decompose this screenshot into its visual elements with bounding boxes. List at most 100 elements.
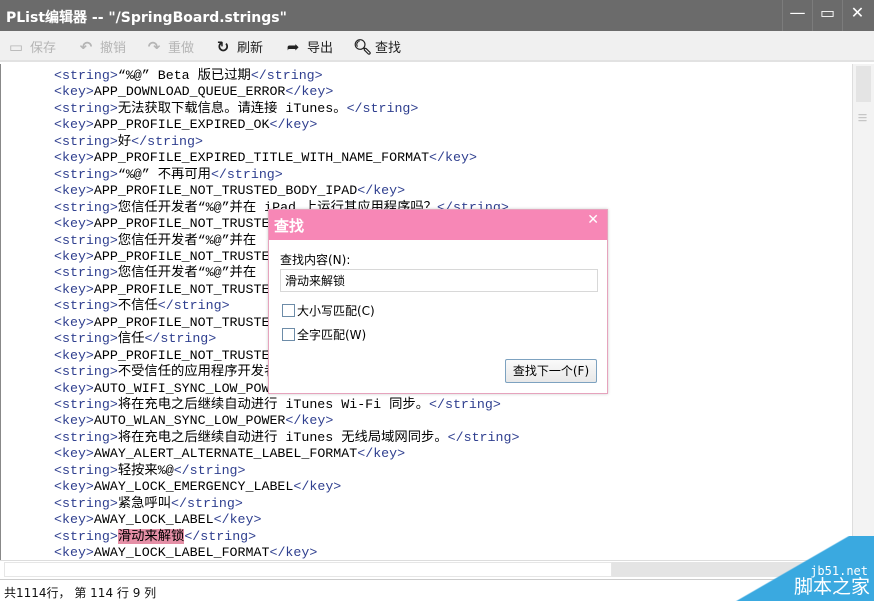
redo-button[interactable]: ↷ 重做 xyxy=(146,37,194,57)
close-tag: </string> xyxy=(346,100,419,116)
open-tag: <string> xyxy=(54,495,118,511)
code-line: <key>APP_PROFILE_NOT_TRUSTE xyxy=(54,348,269,364)
content: AWAY_LOCK_LABEL_FORMAT xyxy=(93,545,270,560)
find-dialog-title: 查找 xyxy=(269,210,607,240)
open-tag: <string> xyxy=(54,199,118,215)
open-tag: <key> xyxy=(54,479,94,495)
find-dialog-close-icon[interactable]: ✕ xyxy=(587,212,599,228)
close-tag: </string> xyxy=(157,298,230,314)
find-button[interactable]: 🔍︎ 查找 xyxy=(353,37,401,57)
vertical-scrollbar[interactable]: — — — xyxy=(852,64,874,560)
horizontal-scroll-thumb[interactable] xyxy=(4,562,612,577)
refresh-button[interactable]: ↻ 刷新 xyxy=(215,37,264,57)
search-icon: 🔍︎ xyxy=(353,37,373,56)
code-line: <string>紧急呼叫</string> xyxy=(54,496,243,512)
code-line: <key>AWAY_LOCK_LABEL</key> xyxy=(54,512,262,528)
whole-word-checkbox[interactable]: 全字匹配(W) xyxy=(282,326,366,343)
content: AWAY_LOCK_EMERGENCY_LABEL xyxy=(93,479,294,495)
match-case-checkbox[interactable]: 大小写匹配(C) xyxy=(282,302,375,319)
code-line: <string>您信任开发者“%@”并在 xyxy=(54,265,256,281)
minimize-button[interactable]: — xyxy=(782,0,812,31)
open-tag: <key> xyxy=(54,380,94,396)
content: 信任 xyxy=(117,331,145,347)
content: “%@” 不再可用 xyxy=(117,166,211,182)
open-tag: <string> xyxy=(54,133,118,149)
watermark-logo: jb51.net 脚本之家 xyxy=(734,536,874,601)
open-tag: <string> xyxy=(54,232,118,248)
close-tag: </key> xyxy=(285,413,334,429)
content: 将在充电之后继续自动进行 iTunes 无线局域网同步。 xyxy=(117,429,448,445)
close-tag: </key> xyxy=(429,150,477,166)
open-tag: <string> xyxy=(54,265,118,281)
content: AWAY_ALERT_ALTERNATE_LABEL_FORMAT xyxy=(93,446,358,462)
open-tag: <string> xyxy=(54,68,118,83)
content: 您信任开发者“%@”并在 xyxy=(117,265,257,281)
content: 好 xyxy=(117,133,132,149)
open-tag: <key> xyxy=(54,84,94,100)
open-tag: <key> xyxy=(54,545,94,560)
code-line: <key>AWAY_LOCK_LABEL_FORMAT</key> xyxy=(54,545,317,560)
save-button[interactable]: ▭ 保存 xyxy=(8,37,57,57)
maximize-button[interactable]: ▭ xyxy=(812,0,842,31)
watermark-name: 脚本之家 xyxy=(793,576,870,598)
find-input[interactable] xyxy=(280,269,598,292)
code-line: <key>AWAY_ALERT_ALTERNATE_LABEL_FORMAT</… xyxy=(54,446,405,462)
close-tag: </string> xyxy=(173,462,246,478)
content: APP_DOWNLOAD_QUEUE_ERROR xyxy=(93,84,286,100)
scroll-thumb[interactable] xyxy=(856,66,871,102)
content: APP_PROFILE_NOT_TRUSTE xyxy=(93,281,270,297)
close-tag: </key> xyxy=(269,545,318,560)
undo-button[interactable]: ↶ 撤销 xyxy=(78,37,126,57)
export-button[interactable]: ➦ 导出 xyxy=(285,37,334,57)
window-title: PList编辑器 -- "/SpringBoard.strings" xyxy=(6,10,287,26)
find-next-button[interactable]: 查找下一个(F) xyxy=(505,359,597,383)
content: 不受信任的应用程序开发者 xyxy=(117,364,278,380)
open-tag: <string> xyxy=(54,397,118,412)
close-button[interactable]: ✕ xyxy=(842,0,872,31)
close-tag: </key> xyxy=(357,446,406,462)
close-tag: </string> xyxy=(250,68,323,83)
open-tag: <key> xyxy=(54,413,94,429)
open-tag: <string> xyxy=(54,528,118,544)
open-tag: <string> xyxy=(54,364,118,380)
close-tag: </key> xyxy=(285,84,334,100)
content: APP_PROFILE_NOT_TRUSTE xyxy=(93,314,270,330)
close-tag: </string> xyxy=(144,331,217,347)
code-line: <key>AUTO_WIFI_SYNC_LOW_POW xyxy=(54,381,269,397)
content: 您信任开发者“%@”并在 xyxy=(117,232,257,248)
code-line: <key>APP_PROFILE_NOT_TRUSTED_BODY_IPAD</… xyxy=(54,183,405,199)
content: “%@” Beta 版已过期 xyxy=(117,68,251,83)
checkbox-icon xyxy=(282,304,295,317)
code-line: <key>AUTO_WLAN_SYNC_LOW_POWER</key> xyxy=(54,413,333,429)
code-line: <key>APP_PROFILE_EXPIRED_OK</key> xyxy=(54,117,317,133)
content: APP_PROFILE_NOT_TRUSTED_BODY_IPAD xyxy=(93,183,358,199)
open-tag: <key> xyxy=(54,117,94,133)
content: 不信任 xyxy=(117,298,158,314)
content: AUTO_WLAN_SYNC_LOW_POWER xyxy=(93,413,286,429)
save-label: 保存 xyxy=(30,41,57,56)
content: APP_PROFILE_EXPIRED_OK xyxy=(93,117,270,133)
horizontal-scrollbar[interactable] xyxy=(0,560,852,578)
open-tag: <key> xyxy=(54,150,94,166)
code-line: <key>APP_PROFILE_NOT_TRUSTE xyxy=(54,249,269,265)
code-line: <key>APP_DOWNLOAD_QUEUE_ERROR</key> xyxy=(54,84,333,100)
open-tag: <key> xyxy=(54,314,94,330)
close-tag: </string> xyxy=(184,528,257,544)
code-line: <string>不受信任的应用程序开发者 xyxy=(54,364,277,380)
refresh-label: 刷新 xyxy=(237,41,264,56)
refresh-icon: ↻ xyxy=(216,37,230,56)
code-line: <string>您信任开发者“%@”并在 xyxy=(54,233,256,249)
close-tag: </string> xyxy=(171,495,243,511)
code-line: <string>“%@” Beta 版已过期</string> xyxy=(54,68,323,84)
whole-word-label: 全字匹配(W) xyxy=(297,328,367,342)
grip-icon: — — — xyxy=(858,110,867,126)
code-line: <string>将在充电之后继续自动进行 iTunes 无线局域网同步。</st… xyxy=(54,430,519,446)
open-tag: <key> xyxy=(54,183,94,199)
close-tag: </key> xyxy=(357,183,406,199)
close-tag: </key> xyxy=(213,512,262,528)
export-label: 导出 xyxy=(307,41,334,56)
open-tag: <string> xyxy=(54,166,118,182)
find-label: 查找内容(N): xyxy=(280,253,351,267)
close-tag: </key> xyxy=(269,117,318,133)
open-tag: <string> xyxy=(54,298,118,314)
